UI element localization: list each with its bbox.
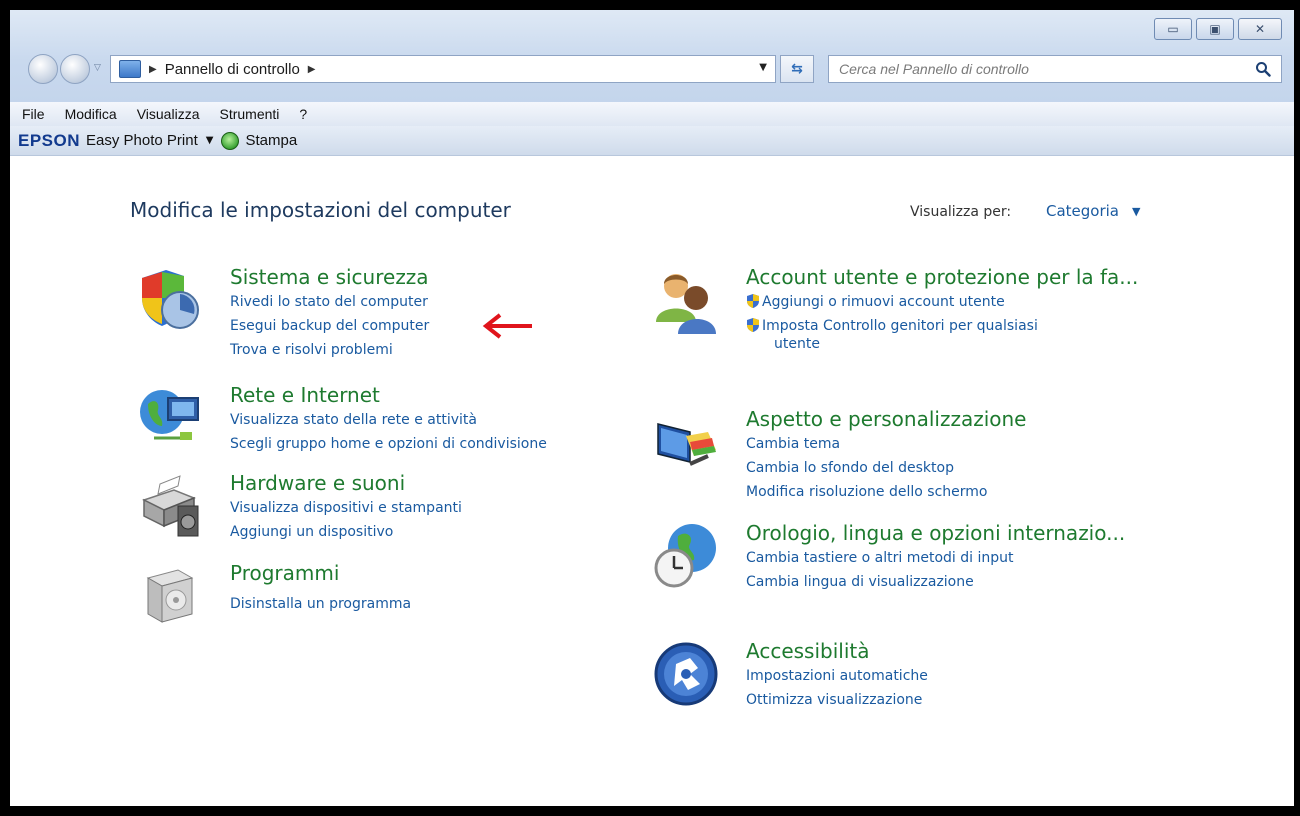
uac-shield-icon <box>747 318 759 332</box>
category-text: Programmi Disinstalla un programma <box>230 560 411 616</box>
recent-pages-chevron-icon[interactable]: ▽ <box>94 63 101 73</box>
link-optimize-display[interactable]: Ottimizza visualizzazione <box>746 688 928 712</box>
control-panel-icon <box>119 60 141 78</box>
menu-visualizza[interactable]: Visualizza <box>137 106 200 122</box>
link-network-status[interactable]: Visualizza stato della rete e attività <box>230 408 547 432</box>
category-title[interactable]: Sistema e sicurezza <box>230 264 429 290</box>
minimize-icon: ▭ <box>1167 22 1179 36</box>
category-text: Sistema e sicurezza Rivedi lo stato del … <box>230 264 429 362</box>
category-title[interactable]: Hardware e suoni <box>230 470 462 496</box>
chevron-down-icon[interactable]: ▼ <box>1132 205 1140 218</box>
address-dropdown-icon[interactable]: ▼ <box>759 62 767 73</box>
uac-shield-icon <box>747 294 759 308</box>
refresh-icon: ⇆ <box>791 61 803 77</box>
breadcrumb-control-panel[interactable]: Pannello di controllo <box>165 61 300 78</box>
link-change-theme[interactable]: Cambia tema <box>746 432 1027 456</box>
view-by-label: Visualizza per: <box>910 204 1012 220</box>
shield-icon <box>142 270 199 329</box>
link-change-keyboards[interactable]: Cambia tastiere o altri metodi di input <box>746 546 1166 570</box>
epson-toolbar: EPSON Easy Photo Print ▼ Stampa <box>10 126 1294 156</box>
link-homegroup[interactable]: Scegli gruppo home e opzioni di condivis… <box>230 432 547 456</box>
forward-button[interactable] <box>60 54 90 84</box>
link-devices-printers[interactable]: Visualizza dispositivi e stampanti <box>230 496 462 520</box>
control-panel-window: ▭ ▣ ✕ ▽ ▶ Pannello di controllo ▶ ▼ ⇆ Ce… <box>10 10 1294 806</box>
printer-speaker-icon <box>142 475 199 537</box>
menu-help[interactable]: ? <box>299 106 307 122</box>
search-icon[interactable] <box>1255 61 1271 77</box>
category-title[interactable]: Orologio, lingua e opzioni internazio... <box>746 520 1166 546</box>
link-add-device[interactable]: Aggiungi un dispositivo <box>230 520 462 544</box>
link-display-language[interactable]: Cambia lingua di visualizzazione <box>746 570 1166 594</box>
print-button[interactable]: Stampa <box>245 132 297 149</box>
red-arrow-icon <box>482 313 532 339</box>
main-content: Modifica le impostazioni del computer Vi… <box>10 156 1294 806</box>
users-icon <box>656 274 716 334</box>
print-icon <box>221 131 240 150</box>
category-text: Hardware e suoni Visualizza dispositivi … <box>230 470 462 544</box>
link-add-remove-accounts[interactable]: Aggiungi o rimuovi account utente <box>746 290 1166 314</box>
caption-buttons: ▭ ▣ ✕ <box>1154 18 1282 40</box>
back-button[interactable] <box>28 54 58 84</box>
link-backup-computer[interactable]: Esegui backup del computer <box>230 314 429 338</box>
window-chrome: ▭ ▣ ✕ ▽ ▶ Pannello di controllo ▶ ▼ ⇆ <box>10 10 1294 102</box>
link-automatic-settings[interactable]: Impostazioni automatiche <box>746 664 928 688</box>
category-text: Aspetto e personalizzazione Cambia tema … <box>746 406 1027 504</box>
close-icon: ✕ <box>1254 22 1266 36</box>
breadcrumb-separator-icon[interactable]: ▶ <box>308 64 316 75</box>
maximize-icon: ▣ <box>1209 22 1221 36</box>
page-title: Modifica le impostazioni del computer <box>130 198 511 222</box>
outer-frame: ▭ ▣ ✕ ▽ ▶ Pannello di controllo ▶ ▼ ⇆ Ce… <box>0 0 1300 816</box>
view-by-dropdown[interactable]: Categoria <box>1046 202 1119 220</box>
search-input[interactable] <box>839 61 1239 77</box>
link-change-background[interactable]: Cambia lo sfondo del desktop <box>746 456 1027 480</box>
category-text: Account utente e protezione per la fa...… <box>746 264 1166 356</box>
link-screen-resolution[interactable]: Modifica risoluzione dello schermo <box>746 480 1027 504</box>
easy-photo-print-button[interactable]: Easy Photo Print <box>86 132 198 149</box>
epson-logo: EPSON <box>18 130 81 150</box>
search-box <box>828 55 1282 83</box>
globe-clock-icon <box>654 524 716 588</box>
category-title[interactable]: Programmi <box>230 560 411 586</box>
category-text: Orologio, lingua e opzioni internazio...… <box>746 520 1166 594</box>
close-button[interactable]: ✕ <box>1238 18 1282 40</box>
category-title[interactable]: Aspetto e personalizzazione <box>746 406 1027 432</box>
globe-network-icon <box>140 390 199 440</box>
refresh-button[interactable]: ⇆ <box>780 55 814 83</box>
address-bar[interactable]: ▶ Pannello di controllo ▶ ▼ <box>110 55 776 83</box>
link-troubleshoot[interactable]: Trova e risolvi problemi <box>230 338 429 362</box>
category-title[interactable]: Rete e Internet <box>230 382 547 408</box>
menu-bar: File Modifica Visualizza Strumenti ? <box>10 102 1294 126</box>
category-text: Rete e Internet Visualizza stato della r… <box>230 382 547 456</box>
programs-box-icon <box>146 569 194 623</box>
appearance-monitor-icon <box>657 423 716 466</box>
link-uninstall-program[interactable]: Disinstalla un programma <box>230 592 411 616</box>
menu-strumenti[interactable]: Strumenti <box>219 106 279 122</box>
category-text: Accessibilità Impostazioni automatiche O… <box>746 638 928 712</box>
link-label: Aggiungi o rimuovi account utente <box>762 294 1005 310</box>
menu-modifica[interactable]: Modifica <box>65 106 117 122</box>
breadcrumb-separator-icon[interactable]: ▶ <box>149 64 157 75</box>
accessibility-icon <box>654 642 718 706</box>
navigation-row: ▽ ▶ Pannello di controllo ▶ ▼ ⇆ <box>24 52 1282 84</box>
maximize-button[interactable]: ▣ <box>1196 18 1234 40</box>
chevron-down-icon[interactable]: ▼ <box>206 135 214 146</box>
minimize-button[interactable]: ▭ <box>1154 18 1192 40</box>
category-title[interactable]: Account utente e protezione per la fa... <box>746 264 1166 290</box>
menu-file[interactable]: File <box>22 106 45 122</box>
link-review-status[interactable]: Rivedi lo stato del computer <box>230 290 429 314</box>
category-title[interactable]: Accessibilità <box>746 638 928 664</box>
